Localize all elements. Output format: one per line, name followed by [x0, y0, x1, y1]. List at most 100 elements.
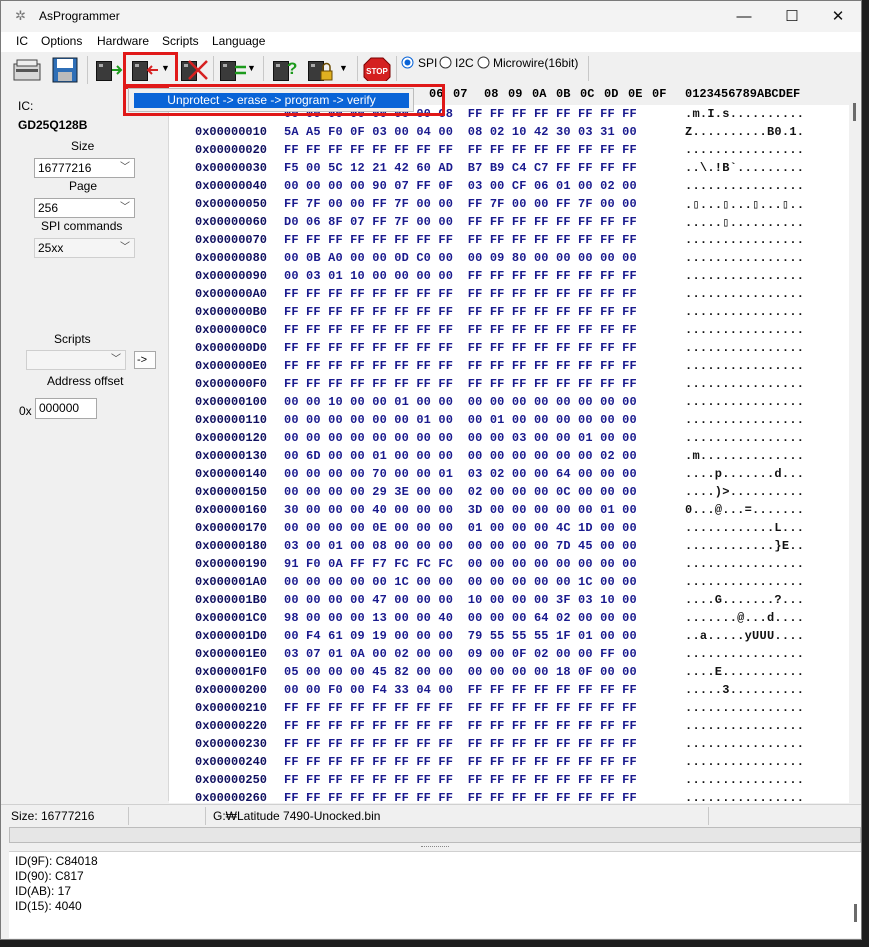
- hex-row-ascii[interactable]: ................: [685, 341, 804, 355]
- hex-row-bytes[interactable]: FF FF FF FF FF FF FF FF FF FF FF FF FF F…: [284, 305, 637, 319]
- spi-commands-select[interactable]: 25xx ﹀: [34, 238, 135, 258]
- hex-row-ascii[interactable]: ................: [685, 737, 804, 751]
- hex-row[interactable]: 0x00000150 00 00 00 00 29 3E 00 00 02 00 …: [169, 483, 849, 501]
- hex-row-bytes[interactable]: FF FF FF FF FF FF FF FF FF FF FF FF FF F…: [284, 359, 637, 373]
- hex-row[interactable]: 0x00000110 00 00 00 00 00 00 01 00 00 01 …: [169, 411, 849, 429]
- hex-row-ascii[interactable]: .m..............: [685, 449, 804, 463]
- hex-row-ascii[interactable]: .▯...▯...▯...▯..: [685, 197, 804, 212]
- read-chip-button[interactable]: [94, 55, 124, 85]
- hex-row-ascii[interactable]: ................: [685, 575, 804, 589]
- hex-row[interactable]: 0x00000250 FF FF FF FF FF FF FF FF FF FF …: [169, 771, 849, 789]
- menu-language[interactable]: Language: [212, 34, 265, 48]
- hex-row-ascii[interactable]: ................: [685, 773, 804, 787]
- hex-row-bytes[interactable]: 00 00 F0 00 F4 33 04 00 FF FF FF FF FF F…: [284, 683, 637, 697]
- hex-row-bytes[interactable]: 00 00 10 00 00 01 00 00 00 00 00 00 00 0…: [284, 395, 637, 409]
- hex-row-bytes[interactable]: FF FF FF FF FF FF FF FF FF FF FF FF FF F…: [284, 755, 637, 769]
- hex-row-ascii[interactable]: ................: [685, 647, 804, 661]
- hex-row[interactable]: 0x00000220 FF FF FF FF FF FF FF FF FF FF …: [169, 717, 849, 735]
- hex-row-ascii[interactable]: ................: [685, 701, 804, 715]
- hex-row-bytes[interactable]: FF FF FF FF FF FF FF FF FF FF FF FF FF F…: [284, 323, 637, 337]
- hex-row-bytes[interactable]: 98 00 00 00 13 00 00 40 00 00 00 64 02 0…: [284, 611, 637, 625]
- hex-row-ascii[interactable]: .m.I.s..........: [685, 107, 804, 121]
- hex-row-ascii[interactable]: ................: [685, 791, 804, 803]
- hex-row[interactable]: 0x00000040 00 00 00 00 90 07 FF 0F 03 00 …: [169, 177, 849, 195]
- hex-row-ascii[interactable]: ..\.!B`.........: [685, 161, 804, 175]
- hex-row-bytes[interactable]: FF 7F 00 00 FF 7F 00 00 FF 7F 00 00 FF 7…: [284, 197, 637, 211]
- close-button[interactable]: ✕: [815, 1, 861, 32]
- hex-row-ascii[interactable]: ................: [685, 755, 804, 769]
- protocol-spi-radio[interactable]: [401, 56, 414, 72]
- hex-row-bytes[interactable]: FF FF FF FF FF FF FF FF FF FF FF FF FF F…: [284, 233, 637, 247]
- hex-row-bytes[interactable]: FF FF FF FF FF FF FF FF FF FF FF FF FF F…: [284, 341, 637, 355]
- hex-row-bytes[interactable]: 00 00 00 00 00 00 00 00 00 00 03 00 00 0…: [284, 431, 637, 445]
- log-panel[interactable]: ID(9F): C84018 ID(90): C817 ID(AB): 17 I…: [9, 851, 861, 938]
- hex-row[interactable]: 0x00000180 03 00 01 00 08 00 00 00 00 00 …: [169, 537, 849, 555]
- hex-row[interactable]: 0x00000210 FF FF FF FF FF FF FF FF FF FF …: [169, 699, 849, 717]
- hex-row[interactable]: 0x00000170 00 00 00 00 0E 00 00 00 01 00 …: [169, 519, 849, 537]
- hex-row-ascii[interactable]: ................: [685, 233, 804, 247]
- hex-row-bytes[interactable]: FF FF FF FF FF FF FF FF FF FF FF FF FF F…: [284, 701, 637, 715]
- hex-row[interactable]: 0x000001D0 00 F4 61 09 19 00 00 00 79 55 …: [169, 627, 849, 645]
- hex-row-ascii[interactable]: ................: [685, 377, 804, 391]
- hex-row-bytes[interactable]: FF FF FF FF FF FF FF FF FF FF FF FF FF F…: [284, 143, 637, 157]
- hex-row-ascii[interactable]: ................: [685, 305, 804, 319]
- hex-row[interactable]: 0x00000060 D0 06 8F 07 FF 7F 00 00 FF FF …: [169, 213, 849, 231]
- hex-row-ascii[interactable]: ................: [685, 287, 804, 301]
- run-script-button[interactable]: ->: [134, 351, 156, 369]
- hex-row-ascii[interactable]: ................: [685, 431, 804, 445]
- protocol-i2c-radio[interactable]: [439, 56, 452, 72]
- address-offset-input[interactable]: 000000: [35, 398, 97, 419]
- menu-scripts[interactable]: Scripts: [162, 34, 199, 48]
- hex-row[interactable]: 0x00000120 00 00 00 00 00 00 00 00 00 00 …: [169, 429, 849, 447]
- hex-row-bytes[interactable]: 5A A5 F0 0F 03 00 04 00 08 02 10 42 30 0…: [284, 125, 637, 139]
- hex-row[interactable]: 0x00000070 FF FF FF FF FF FF FF FF FF FF …: [169, 231, 849, 249]
- hex-row[interactable]: 0x000000F0 FF FF FF FF FF FF FF FF FF FF …: [169, 375, 849, 393]
- open-file-button[interactable]: [12, 55, 42, 85]
- hex-row-ascii[interactable]: ............}E..: [685, 539, 804, 553]
- hex-row-bytes[interactable]: FF FF FF FF FF FF FF FF FF FF FF FF FF F…: [284, 287, 637, 301]
- hex-row-ascii[interactable]: 0...@...=.......: [685, 503, 804, 517]
- protocol-microwire-radio[interactable]: [477, 56, 490, 72]
- hex-row-ascii[interactable]: .......@...d....: [685, 611, 804, 625]
- log-splitter[interactable]: [1, 843, 861, 851]
- menu-ic[interactable]: IC: [16, 34, 28, 48]
- hex-row-bytes[interactable]: 00 00 00 00 90 07 FF 0F 03 00 CF 06 01 0…: [284, 179, 637, 193]
- page-select[interactable]: 256 ﹀: [34, 198, 135, 218]
- hex-row-ascii[interactable]: ................: [685, 413, 804, 427]
- hex-row-bytes[interactable]: 03 07 01 0A 00 02 00 00 09 00 0F 02 00 0…: [284, 647, 637, 661]
- hex-row[interactable]: 0x000000B0 FF FF FF FF FF FF FF FF FF FF …: [169, 303, 849, 321]
- maximize-button[interactable]: ☐: [769, 1, 815, 32]
- hex-editor[interactable]: 06 07 08 09 0A 0B 0C 0D 0E 0F 0123456789…: [169, 81, 849, 803]
- protect-dropdown-chevron-icon[interactable]: ▼: [339, 63, 348, 73]
- hex-row-bytes[interactable]: F5 00 5C 12 21 42 60 AD B7 B9 C4 C7 FF F…: [284, 161, 637, 175]
- hex-row[interactable]: 0x00000160 30 00 00 00 40 00 00 00 3D 00 …: [169, 501, 849, 519]
- hex-row[interactable]: 0x000001E0 03 07 01 0A 00 02 00 00 09 00 …: [169, 645, 849, 663]
- hex-row-bytes[interactable]: FF FF FF FF FF FF FF FF FF FF FF FF FF F…: [284, 737, 637, 751]
- hex-row[interactable]: 0x00000080 00 0B A0 00 00 0D C0 00 00 09 …: [169, 249, 849, 267]
- hex-row-bytes[interactable]: FF FF FF FF FF FF FF FF FF FF FF FF FF F…: [284, 791, 637, 803]
- hex-row[interactable]: 0x000001C0 98 00 00 00 13 00 00 40 00 00 …: [169, 609, 849, 627]
- hex-row[interactable]: 0x000001F0 05 00 00 00 45 82 00 00 00 00 …: [169, 663, 849, 681]
- hex-scrollbar[interactable]: [849, 81, 861, 803]
- hex-scroll-thumb[interactable]: [853, 103, 856, 121]
- hex-row[interactable]: 0x00000050 FF 7F 00 00 FF 7F 00 00 FF 7F …: [169, 195, 849, 213]
- hex-row-ascii[interactable]: ....)>..........: [685, 485, 804, 499]
- hex-row[interactable]: 0x00000240 FF FF FF FF FF FF FF FF FF FF …: [169, 753, 849, 771]
- hex-row-bytes[interactable]: 00 00 00 00 0E 00 00 00 01 00 00 00 4C 1…: [284, 521, 637, 535]
- minimize-button[interactable]: —: [721, 1, 767, 32]
- hex-row-bytes[interactable]: D0 06 8F 07 FF 7F 00 00 FF FF FF FF FF F…: [284, 215, 637, 229]
- verify-dropdown-chevron-icon[interactable]: ▼: [247, 63, 256, 73]
- hex-row-bytes[interactable]: 00 00 00 00 00 00 01 00 00 01 00 00 00 0…: [284, 413, 637, 427]
- hex-row-bytes[interactable]: 30 00 00 00 40 00 00 00 3D 00 00 00 00 0…: [284, 503, 637, 517]
- hex-row-bytes[interactable]: 03 00 01 00 08 00 00 00 00 00 00 00 7D 4…: [284, 539, 637, 553]
- save-file-button[interactable]: [50, 55, 80, 85]
- hex-row-ascii[interactable]: .....▯..........: [685, 215, 804, 230]
- hex-row-bytes[interactable]: 00 0B A0 00 00 0D C0 00 00 09 80 00 00 0…: [284, 251, 637, 265]
- hex-row-ascii[interactable]: .....3..........: [685, 683, 804, 697]
- hex-row[interactable]: 0x00000130 00 6D 00 00 01 00 00 00 00 00 …: [169, 447, 849, 465]
- hex-row[interactable]: 0x00000140 00 00 00 00 70 00 00 01 03 02 …: [169, 465, 849, 483]
- hex-row-bytes[interactable]: 00 6D 00 00 01 00 00 00 00 00 00 00 00 0…: [284, 449, 637, 463]
- hex-row[interactable]: 0x00000020 FF FF FF FF FF FF FF FF FF FF …: [169, 141, 849, 159]
- hex-row-bytes[interactable]: FF FF FF FF FF FF FF FF FF FF FF FF FF F…: [284, 377, 637, 391]
- hex-row[interactable]: 0x000001A0 00 00 00 00 00 1C 00 00 00 00 …: [169, 573, 849, 591]
